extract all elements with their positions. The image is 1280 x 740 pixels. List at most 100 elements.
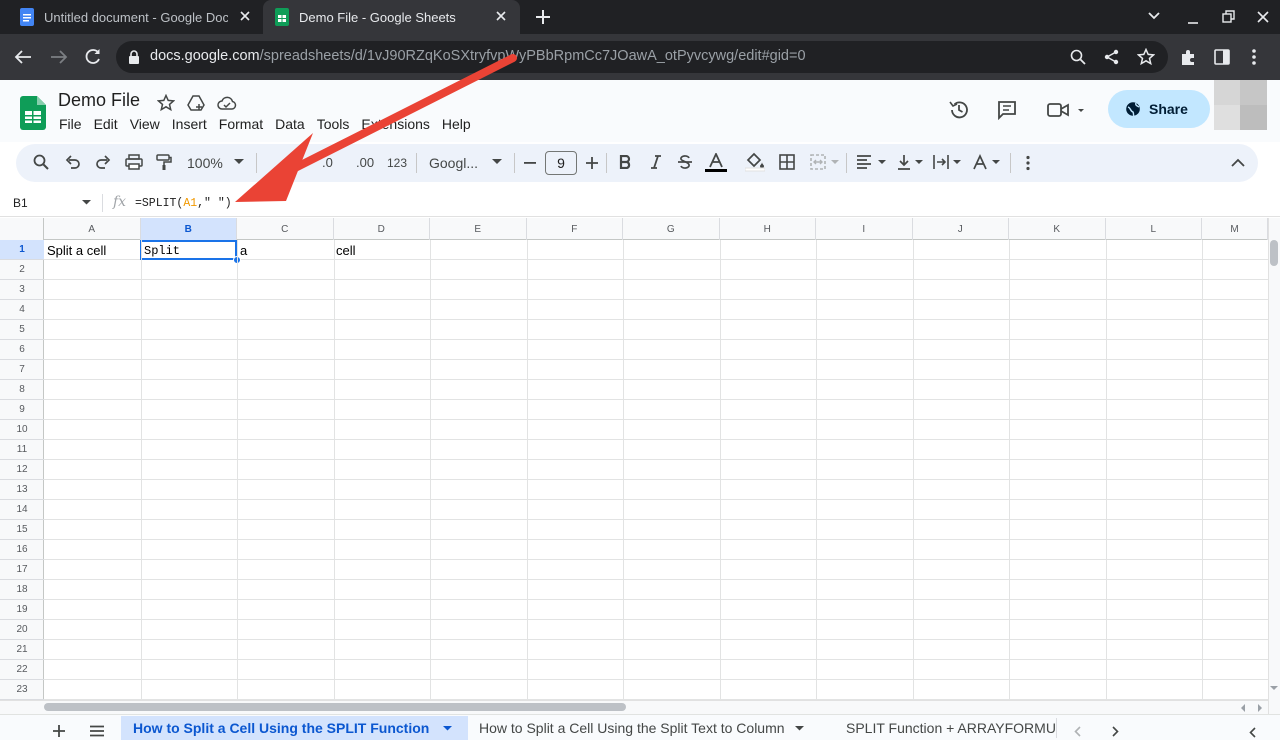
close-window-icon[interactable] (1256, 10, 1270, 24)
search-menus-icon[interactable] (33, 154, 49, 170)
row-header-7[interactable]: 7 (0, 360, 44, 380)
vertical-align-icon[interactable] (897, 154, 925, 170)
increase-font-size-icon[interactable] (586, 157, 598, 169)
row-header-3[interactable]: 3 (0, 280, 44, 300)
horizontal-scrollbar-thumb[interactable] (44, 703, 626, 711)
restore-icon[interactable] (1222, 10, 1236, 24)
version-history-icon[interactable] (948, 99, 970, 121)
new-tab-icon[interactable] (535, 9, 551, 25)
column-header-i[interactable]: I (816, 218, 913, 240)
back-icon[interactable] (14, 49, 32, 65)
lock-icon[interactable] (128, 50, 140, 65)
name-box[interactable]: B1 (13, 196, 28, 210)
row-header-2[interactable]: 2 (0, 260, 44, 280)
row-header-22[interactable]: 22 (0, 660, 44, 680)
cell-c1[interactable]: a (240, 243, 247, 258)
browser-tab-sheets[interactable]: Demo File - Google Sheets (263, 0, 520, 34)
add-sheet-icon[interactable] (52, 724, 66, 738)
column-header-b[interactable]: B (140, 218, 237, 240)
undo-icon[interactable] (65, 154, 81, 170)
bookmark-star-icon[interactable] (1137, 48, 1155, 66)
row-header-8[interactable]: 8 (0, 380, 44, 400)
forward-icon[interactable] (50, 49, 68, 65)
row-header-15[interactable]: 15 (0, 520, 44, 540)
cell-a1[interactable]: Split a cell (47, 243, 106, 258)
row-header-13[interactable]: 13 (0, 480, 44, 500)
collapse-toolbar-icon[interactable] (1231, 158, 1245, 167)
decrease-font-size-icon[interactable] (524, 162, 536, 164)
column-header-e[interactable]: E (430, 218, 527, 240)
cell-d1[interactable]: cell (336, 243, 356, 258)
zoom-select[interactable]: 100% (187, 155, 223, 171)
sheets-logo-icon[interactable] (20, 96, 46, 130)
menu-view[interactable]: View (130, 116, 160, 132)
vertical-scrollbar-thumb[interactable] (1270, 240, 1278, 266)
share-button[interactable]: Share (1108, 90, 1210, 128)
vertical-scrollbar-track[interactable] (1268, 218, 1280, 714)
print-icon[interactable] (125, 154, 143, 170)
merge-cells-icon[interactable] (810, 154, 840, 170)
share-page-icon[interactable] (1104, 49, 1120, 65)
row-header-10[interactable]: 10 (0, 420, 44, 440)
account-avatar[interactable] (1214, 80, 1267, 130)
chevron-down-icon[interactable] (794, 725, 804, 731)
scroll-left-icon[interactable] (1240, 704, 1245, 712)
move-to-drive-icon[interactable] (187, 94, 205, 112)
sheet-tab-split-text-to-column[interactable]: How to Split a Cell Using the Split Text… (479, 716, 829, 740)
extensions-puzzle-icon[interactable] (1180, 49, 1197, 66)
scroll-down-icon[interactable] (1270, 686, 1278, 691)
fill-color-icon[interactable] (745, 152, 765, 172)
row-header-5[interactable]: 5 (0, 320, 44, 340)
all-sheets-menu-icon[interactable] (89, 725, 105, 737)
menu-file[interactable]: File (59, 116, 82, 132)
column-header-g[interactable]: G (623, 218, 720, 240)
font-size-input[interactable]: 9 (545, 151, 577, 175)
zoom-search-icon[interactable] (1070, 49, 1086, 65)
row-header-4[interactable]: 4 (0, 300, 44, 320)
column-header-h[interactable]: H (720, 218, 816, 240)
menu-insert[interactable]: Insert (172, 116, 207, 132)
column-header-k[interactable]: K (1009, 218, 1106, 240)
row-header-12[interactable]: 12 (0, 460, 44, 480)
name-box-chevron-icon[interactable] (82, 200, 91, 205)
row-header-19[interactable]: 19 (0, 600, 44, 620)
row-header-9[interactable]: 9 (0, 400, 44, 420)
star-icon[interactable] (157, 94, 175, 112)
chevron-down-icon[interactable] (443, 725, 453, 731)
minimize-icon[interactable] (1187, 9, 1199, 25)
row-header-21[interactable]: 21 (0, 640, 44, 660)
row-header-11[interactable]: 11 (0, 440, 44, 460)
tab-search-chevron-icon[interactable] (1148, 11, 1160, 21)
reload-icon[interactable] (84, 48, 102, 66)
column-header-j[interactable]: J (913, 218, 1009, 240)
more-vert-icon[interactable] (1025, 155, 1031, 171)
text-rotation-icon[interactable] (972, 154, 1002, 170)
strikethrough-icon[interactable] (677, 155, 693, 169)
text-wrapping-icon[interactable] (933, 154, 963, 170)
text-color-icon[interactable] (705, 153, 727, 173)
close-tab-icon[interactable] (494, 9, 508, 23)
select-all-corner[interactable] (0, 218, 44, 240)
row-header-16[interactable]: 16 (0, 540, 44, 560)
side-panel-toggle-icon[interactable] (1249, 727, 1256, 738)
bold-icon[interactable] (619, 155, 631, 169)
sheet-tab-split-function[interactable]: How to Split a Cell Using the SPLIT Func… (121, 716, 468, 740)
column-header-d[interactable]: D (334, 218, 430, 240)
comments-icon[interactable] (997, 100, 1017, 120)
row-header-17[interactable]: 17 (0, 560, 44, 580)
browser-tab-docs[interactable]: Untitled document - Google Doc (8, 0, 264, 34)
borders-icon[interactable] (779, 154, 795, 170)
cell-grid[interactable]: Split a cell Split a cell (44, 240, 1268, 700)
italic-icon[interactable] (650, 155, 662, 169)
column-header-l[interactable]: L (1106, 218, 1202, 240)
column-header-f[interactable]: F (527, 218, 623, 240)
redo-icon[interactable] (95, 154, 111, 170)
close-tab-icon[interactable] (238, 9, 252, 23)
row-header-23[interactable]: 23 (0, 680, 44, 700)
cell-b1[interactable]: Split (144, 244, 180, 258)
column-header-m[interactable]: M (1202, 218, 1268, 240)
horizontal-align-icon[interactable] (856, 154, 888, 170)
scroll-sheets-left-icon[interactable] (1074, 726, 1081, 737)
row-header-14[interactable]: 14 (0, 500, 44, 520)
row-header-1[interactable]: 1 (0, 240, 44, 260)
